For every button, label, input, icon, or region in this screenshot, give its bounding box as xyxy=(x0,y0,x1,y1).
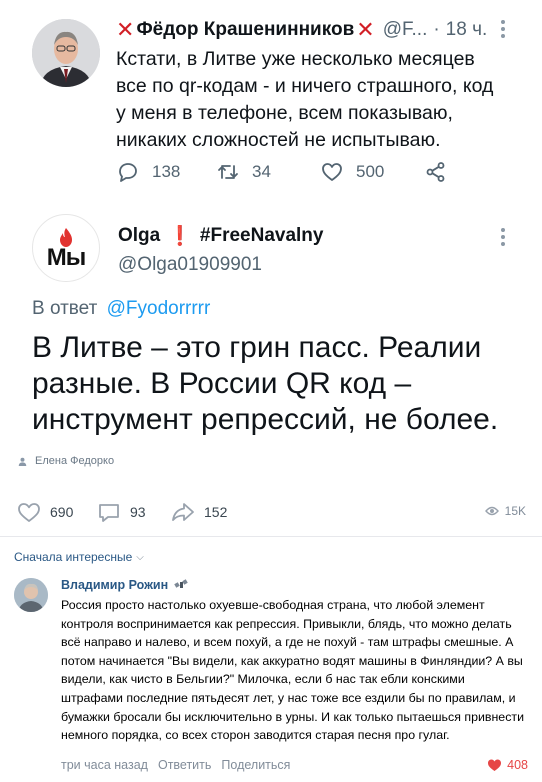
more-options-icon[interactable] xyxy=(496,20,510,42)
like-icon xyxy=(322,163,342,181)
person-icon xyxy=(18,457,27,466)
share-icon xyxy=(426,162,445,182)
commenter-name-line: Владимир Рожин xyxy=(61,578,188,592)
tweet-text-line: инструмент репрессий, не более. xyxy=(32,403,499,436)
tweet-text-line: все по qr-кодам - и ничего страшного, ко… xyxy=(116,75,494,97)
author-avatar[interactable]: Мы xyxy=(32,214,100,282)
tweet-header: ✕ Фёдор Крашенинников ✕ @F... · 18 ч. xyxy=(116,16,516,44)
author-name: Olga xyxy=(118,225,161,246)
tweet-text: Кстати, в Литве уже несколько месяцев вс… xyxy=(116,46,516,154)
tweet-text-line: у меня в телефоне, всем показываю, xyxy=(116,102,453,124)
author-name-line[interactable]: Olga ❗ #FreeNavalny xyxy=(118,224,323,248)
author-handle[interactable]: @F... xyxy=(383,19,428,41)
more-options-icon[interactable] xyxy=(496,228,510,250)
avatar-portrait-icon xyxy=(32,19,100,87)
post-actions: 690 93 152 xyxy=(0,498,542,526)
comment-like-count: 408 xyxy=(507,758,528,772)
exclamation-icon: ❗ xyxy=(168,226,192,247)
heart-filled-icon xyxy=(488,759,502,771)
avatar-logo-text: Мы xyxy=(46,244,86,271)
red-x-icon: ✕ xyxy=(356,17,375,42)
reply-button[interactable]: 138 xyxy=(116,158,180,186)
section-divider xyxy=(0,536,542,537)
comment-icon xyxy=(99,504,119,522)
tweet-text-line: Кстати, в Литве уже несколько месяцев xyxy=(116,48,475,70)
author-name[interactable]: Фёдор Крашенинников xyxy=(136,19,354,41)
comments-sort-dropdown[interactable]: Сначала интересные ⌵ xyxy=(14,550,144,564)
post-like-count: 690 xyxy=(50,504,74,520)
reply-mention-link[interactable]: @Fyodorrrrr xyxy=(107,298,211,319)
commenter-name[interactable]: Владимир Рожин xyxy=(61,578,168,592)
author-hashtag: #FreeNavalny xyxy=(199,225,324,246)
red-x-icon: ✕ xyxy=(116,17,135,42)
like-icon xyxy=(18,503,40,522)
reply-count: 138 xyxy=(152,162,181,181)
share-arrow-icon xyxy=(172,503,194,521)
image-author-caption[interactable]: Елена Федорко xyxy=(18,455,114,467)
reply-context: В ответ @Fyodorrrrr xyxy=(32,298,210,320)
share-button[interactable] xyxy=(424,158,460,186)
post-comment-button[interactable]: 93 xyxy=(96,498,146,526)
quoted-tweet: ✕ Фёдор Крашенинников ✕ @F... · 18 ч. Кс… xyxy=(0,0,542,200)
tweet-text-line: В Литве – это грин пасс. Реалии xyxy=(32,331,482,364)
tweet-text-line: разные. В России QR код – xyxy=(32,367,412,400)
post-like-button[interactable]: 690 xyxy=(16,498,73,526)
post-views: 15K xyxy=(484,504,526,518)
tweet-text-line: никаких сложностей не испытываю. xyxy=(116,129,441,151)
image-author-name: Елена Федорко xyxy=(35,455,115,467)
author-handle[interactable]: @Olga01909901 xyxy=(118,254,262,276)
commenter-avatar[interactable] xyxy=(14,578,48,612)
avatar-portrait-icon xyxy=(14,578,48,612)
tweet-text: В Литве – это грин пасс. Реалии разные. … xyxy=(32,330,512,438)
retweet-icon xyxy=(218,165,238,179)
eye-icon xyxy=(484,506,499,516)
post-share-count: 152 xyxy=(204,504,228,520)
reply-prefix: В ответ xyxy=(32,298,98,319)
retweet-count: 34 xyxy=(252,162,271,181)
tweet-actions: 138 34 500 xyxy=(116,158,456,186)
satellite-icon xyxy=(174,579,188,588)
post-comment-count: 93 xyxy=(130,504,146,520)
comment-like-button[interactable]: 408 xyxy=(487,758,528,772)
reply-icon xyxy=(119,163,137,182)
comment-meta: три часа назад Ответить Поделиться xyxy=(61,758,290,772)
retweet-button[interactable]: 34 xyxy=(216,158,271,186)
separator-dot: · xyxy=(433,19,440,40)
comments-sort-label: Сначала интересные xyxy=(14,550,133,564)
post-views-count: 15K xyxy=(504,504,526,518)
tweet-time[interactable]: 18 ч. xyxy=(446,19,488,41)
comment-share-link[interactable]: Поделиться xyxy=(221,758,290,772)
comment-reply-link[interactable]: Ответить xyxy=(158,758,211,772)
chevron-down-icon: ⌵ xyxy=(136,551,144,563)
like-button[interactable]: 500 xyxy=(320,158,384,186)
reply-tweet: Мы Olga ❗ #FreeNavalny @Olga01909901 В о… xyxy=(0,200,542,540)
like-count: 500 xyxy=(356,162,385,181)
post-share-button[interactable]: 152 xyxy=(170,498,227,526)
comment-time[interactable]: три часа назад xyxy=(61,758,148,772)
comment-text: Россия просто настолько охуевше-свободна… xyxy=(61,598,524,743)
author-avatar[interactable] xyxy=(32,19,100,87)
